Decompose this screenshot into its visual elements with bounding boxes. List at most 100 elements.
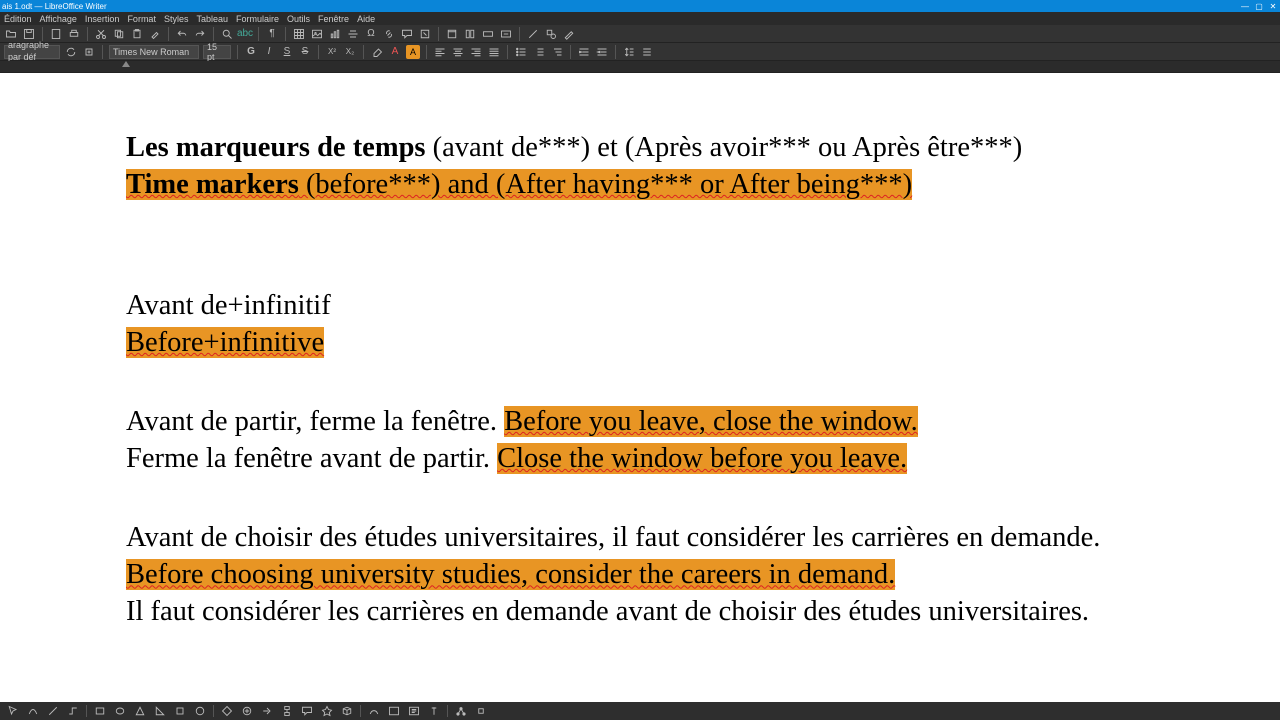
print-button[interactable] [67,27,81,41]
cut-button[interactable] [94,27,108,41]
highlight-button[interactable]: A [406,45,420,59]
italic-button[interactable]: I [262,45,276,59]
update-style-button[interactable] [64,45,78,59]
fontwork-button[interactable] [367,704,381,718]
ellipse-button[interactable] [113,704,127,718]
curve-button[interactable] [26,704,40,718]
align-justify-button[interactable] [487,45,501,59]
para-spacing-button[interactable] [640,45,654,59]
hyperlink-button[interactable] [382,27,396,41]
dec-indent-button[interactable] [595,45,609,59]
circle-icon [194,705,206,717]
redo-button[interactable] [193,27,207,41]
example3-fr: Avant de choisir des études universitair… [126,519,1154,556]
callout-button[interactable] [300,704,314,718]
vtext-button[interactable] [427,704,441,718]
menu-tools[interactable]: Outils [287,14,310,24]
3d-button[interactable] [340,704,354,718]
undo-icon [176,28,188,40]
formatting-marks-button[interactable]: ¶ [265,27,279,41]
edit-points-button[interactable] [454,704,468,718]
bullet-list-button[interactable] [514,45,528,59]
superscript-button[interactable]: X² [325,45,339,59]
clone-format-button[interactable] [148,27,162,41]
draw-button[interactable] [562,27,576,41]
horizontal-ruler[interactable] [0,61,1280,73]
menu-view[interactable]: Affichage [40,14,77,24]
minimize-button[interactable]: — [1238,0,1252,12]
comment-button[interactable] [400,27,414,41]
insert-image-button[interactable] [310,27,324,41]
undo-button[interactable] [175,27,189,41]
insert-chart-button[interactable] [328,27,342,41]
para-style-combo[interactable]: aragraphe par déf [4,45,60,59]
export-pdf-button[interactable] [49,27,63,41]
track-changes-button[interactable] [418,27,432,41]
find-button[interactable] [220,27,234,41]
underline-button[interactable]: S [280,45,294,59]
line-draw-button[interactable] [46,704,60,718]
circle-button[interactable] [193,704,207,718]
menu-help[interactable]: Aide [357,14,375,24]
numbering-icon [533,46,545,58]
special-char-button[interactable]: Ω [364,27,378,41]
save-button[interactable] [22,27,36,41]
menu-form[interactable]: Formulaire [236,14,279,24]
textbox-button[interactable] [499,27,513,41]
search-icon [221,28,233,40]
triangle-button[interactable] [133,704,147,718]
strike-button[interactable]: S [298,45,312,59]
menu-edit[interactable]: Édition [4,14,32,24]
insert-img-button[interactable] [387,704,401,718]
number-list-button[interactable] [532,45,546,59]
open-button[interactable] [4,27,18,41]
basic-shapes-button[interactable] [220,704,234,718]
glue-points-button[interactable] [474,704,488,718]
menu-table[interactable]: Tableau [196,14,228,24]
bold-button[interactable]: G [244,45,258,59]
left-margin-marker[interactable] [122,61,130,67]
font-size-combo[interactable]: 15 pt [203,45,231,59]
star-icon [321,705,333,717]
font-name-combo[interactable]: Times New Roman [109,45,199,59]
star-button[interactable] [320,704,334,718]
align-left-button[interactable] [433,45,447,59]
paste-button[interactable] [130,27,144,41]
menu-window[interactable]: Fenêtre [318,14,349,24]
field-button[interactable] [481,27,495,41]
line-button[interactable] [526,27,540,41]
arrow-shapes-button[interactable] [260,704,274,718]
close-button[interactable]: ✕ [1266,0,1280,12]
paste-icon [131,28,143,40]
page-break-button[interactable] [346,27,360,41]
new-style-button[interactable] [82,45,96,59]
menu-insert[interactable]: Insertion [85,14,120,24]
spellcheck-button[interactable]: abc [238,27,252,41]
clear-format-button[interactable] [370,45,384,59]
align-center-button[interactable] [451,45,465,59]
rect-button[interactable] [93,704,107,718]
connector-button[interactable] [66,704,80,718]
align-right-button[interactable] [469,45,483,59]
page[interactable]: Les marqueurs de temps (avant de***) et … [0,73,1280,702]
outline-button[interactable] [550,45,564,59]
inc-indent-button[interactable] [577,45,591,59]
copy-button[interactable] [112,27,126,41]
columns-button[interactable] [463,27,477,41]
symbol-shapes-button[interactable] [240,704,254,718]
flowchart-button[interactable] [280,704,294,718]
subscript-button[interactable]: X₂ [343,45,357,59]
line-spacing-button[interactable] [622,45,636,59]
track-icon [419,28,431,40]
font-color-button[interactable]: A [388,45,402,59]
menu-styles[interactable]: Styles [164,14,189,24]
header-footer-button[interactable] [445,27,459,41]
square-button[interactable] [173,704,187,718]
insert-table-button[interactable] [292,27,306,41]
pointer-button[interactable] [6,704,20,718]
menu-format[interactable]: Format [127,14,156,24]
rtriangle-button[interactable] [153,704,167,718]
maximize-button[interactable]: ▢ [1252,0,1266,12]
textframe-button[interactable] [407,704,421,718]
shapes-button[interactable] [544,27,558,41]
